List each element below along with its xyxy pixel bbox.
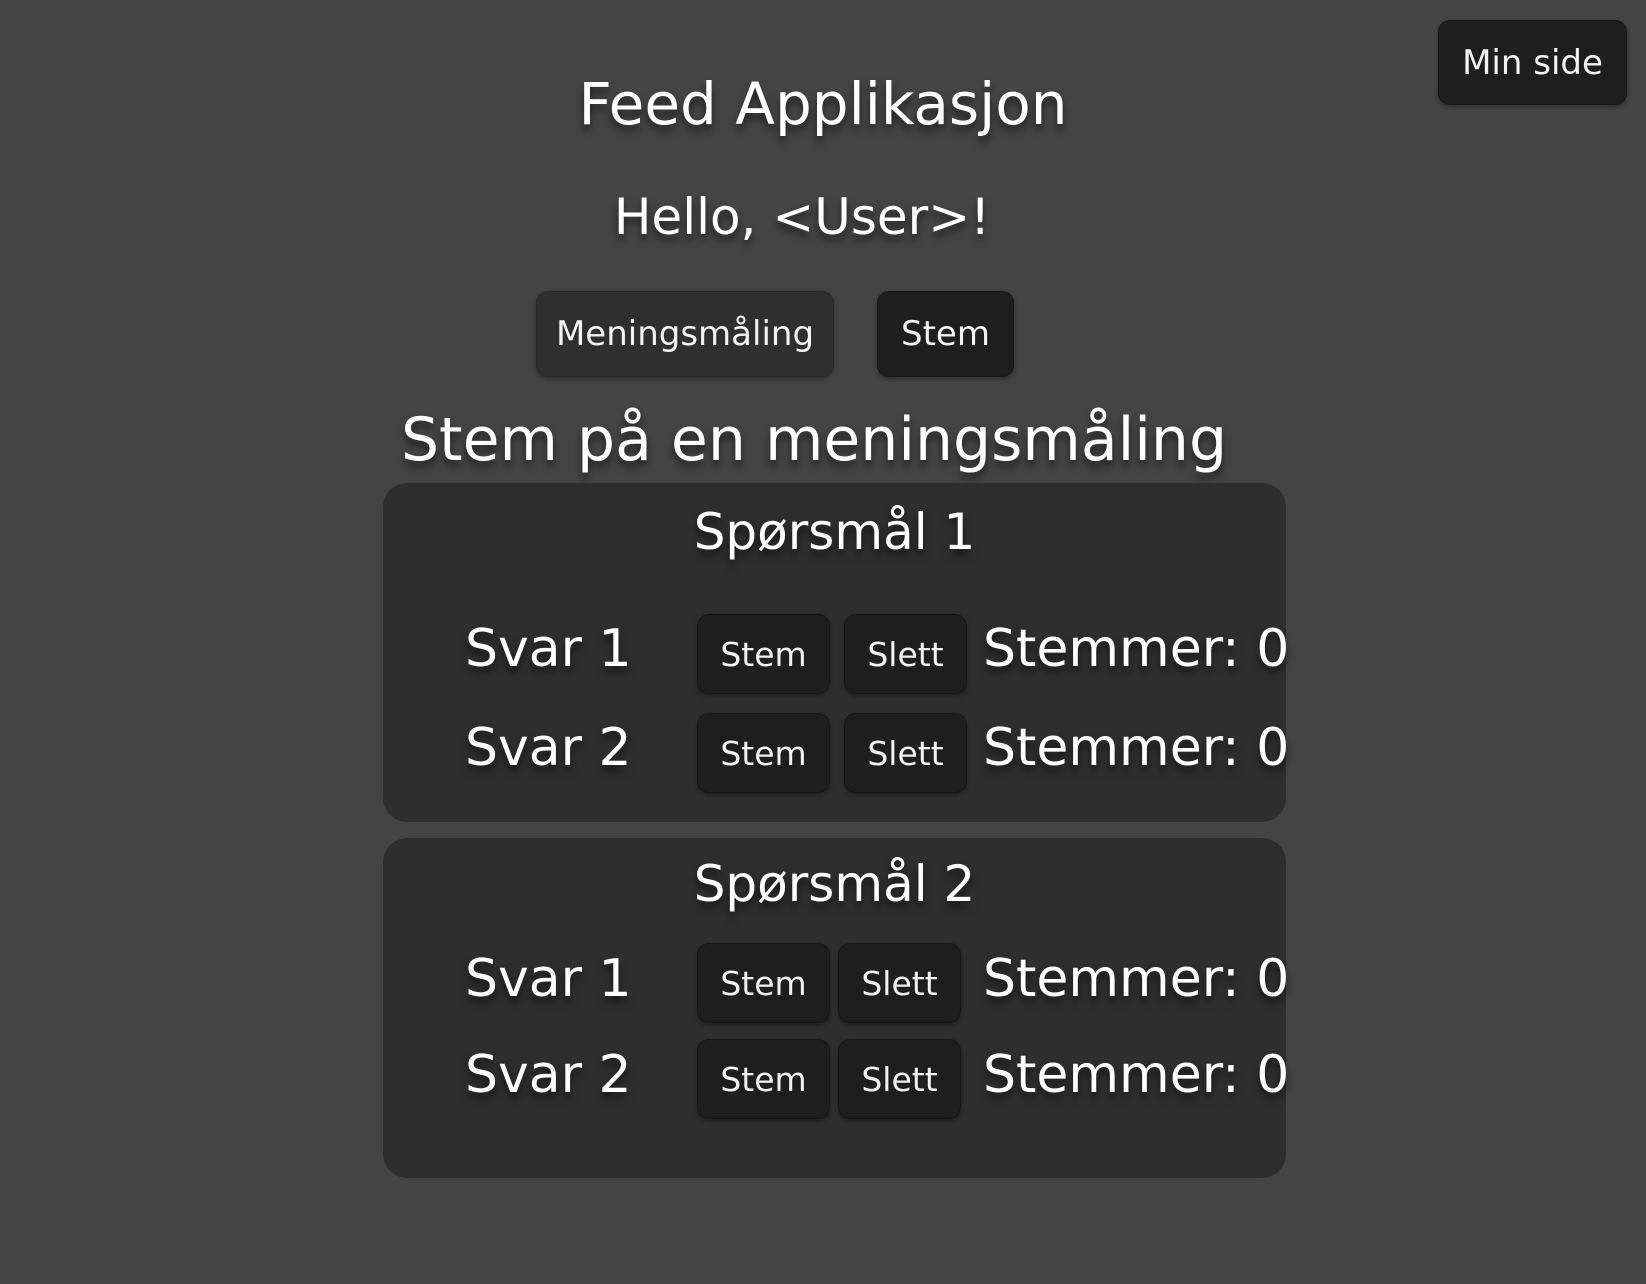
poll-card: Spørsmål 1 Svar 1 Stem Slett Stemmer: 0 … [383, 483, 1290, 822]
answer-label: Svar 1 [465, 949, 632, 1009]
tab-meningsmaling[interactable]: Meningsmåling [536, 291, 834, 377]
delete-answer-button[interactable]: Slett [838, 943, 961, 1023]
question-title: Spørsmål 2 [693, 855, 976, 913]
app-title: Feed Applikasjon [578, 70, 1068, 138]
vote-button[interactable]: Stem [697, 1039, 830, 1119]
vote-count: Stemmer: 0 [983, 1045, 1290, 1105]
vote-count: Stemmer: 0 [983, 619, 1290, 679]
poll-card: Spørsmål 2 Svar 1 Stem Slett Stemmer: 0 … [383, 838, 1290, 1178]
greeting-text: Hello, <User>! [613, 188, 991, 246]
delete-answer-button[interactable]: Slett [844, 614, 967, 694]
vote-count: Stemmer: 0 [983, 718, 1290, 778]
answer-label: Svar 2 [465, 718, 632, 778]
vote-count: Stemmer: 0 [983, 949, 1290, 1009]
delete-answer-button[interactable]: Slett [838, 1039, 961, 1119]
vote-button[interactable]: Stem [697, 713, 830, 793]
vote-button[interactable]: Stem [697, 614, 830, 694]
tab-stem[interactable]: Stem [877, 291, 1014, 377]
question-title: Spørsmål 1 [693, 503, 976, 561]
answer-label: Svar 1 [465, 619, 632, 679]
vote-button[interactable]: Stem [697, 943, 830, 1023]
section-title: Stem på en meningsmåling [400, 405, 1228, 475]
answer-label: Svar 2 [465, 1045, 632, 1105]
delete-answer-button[interactable]: Slett [844, 713, 967, 793]
